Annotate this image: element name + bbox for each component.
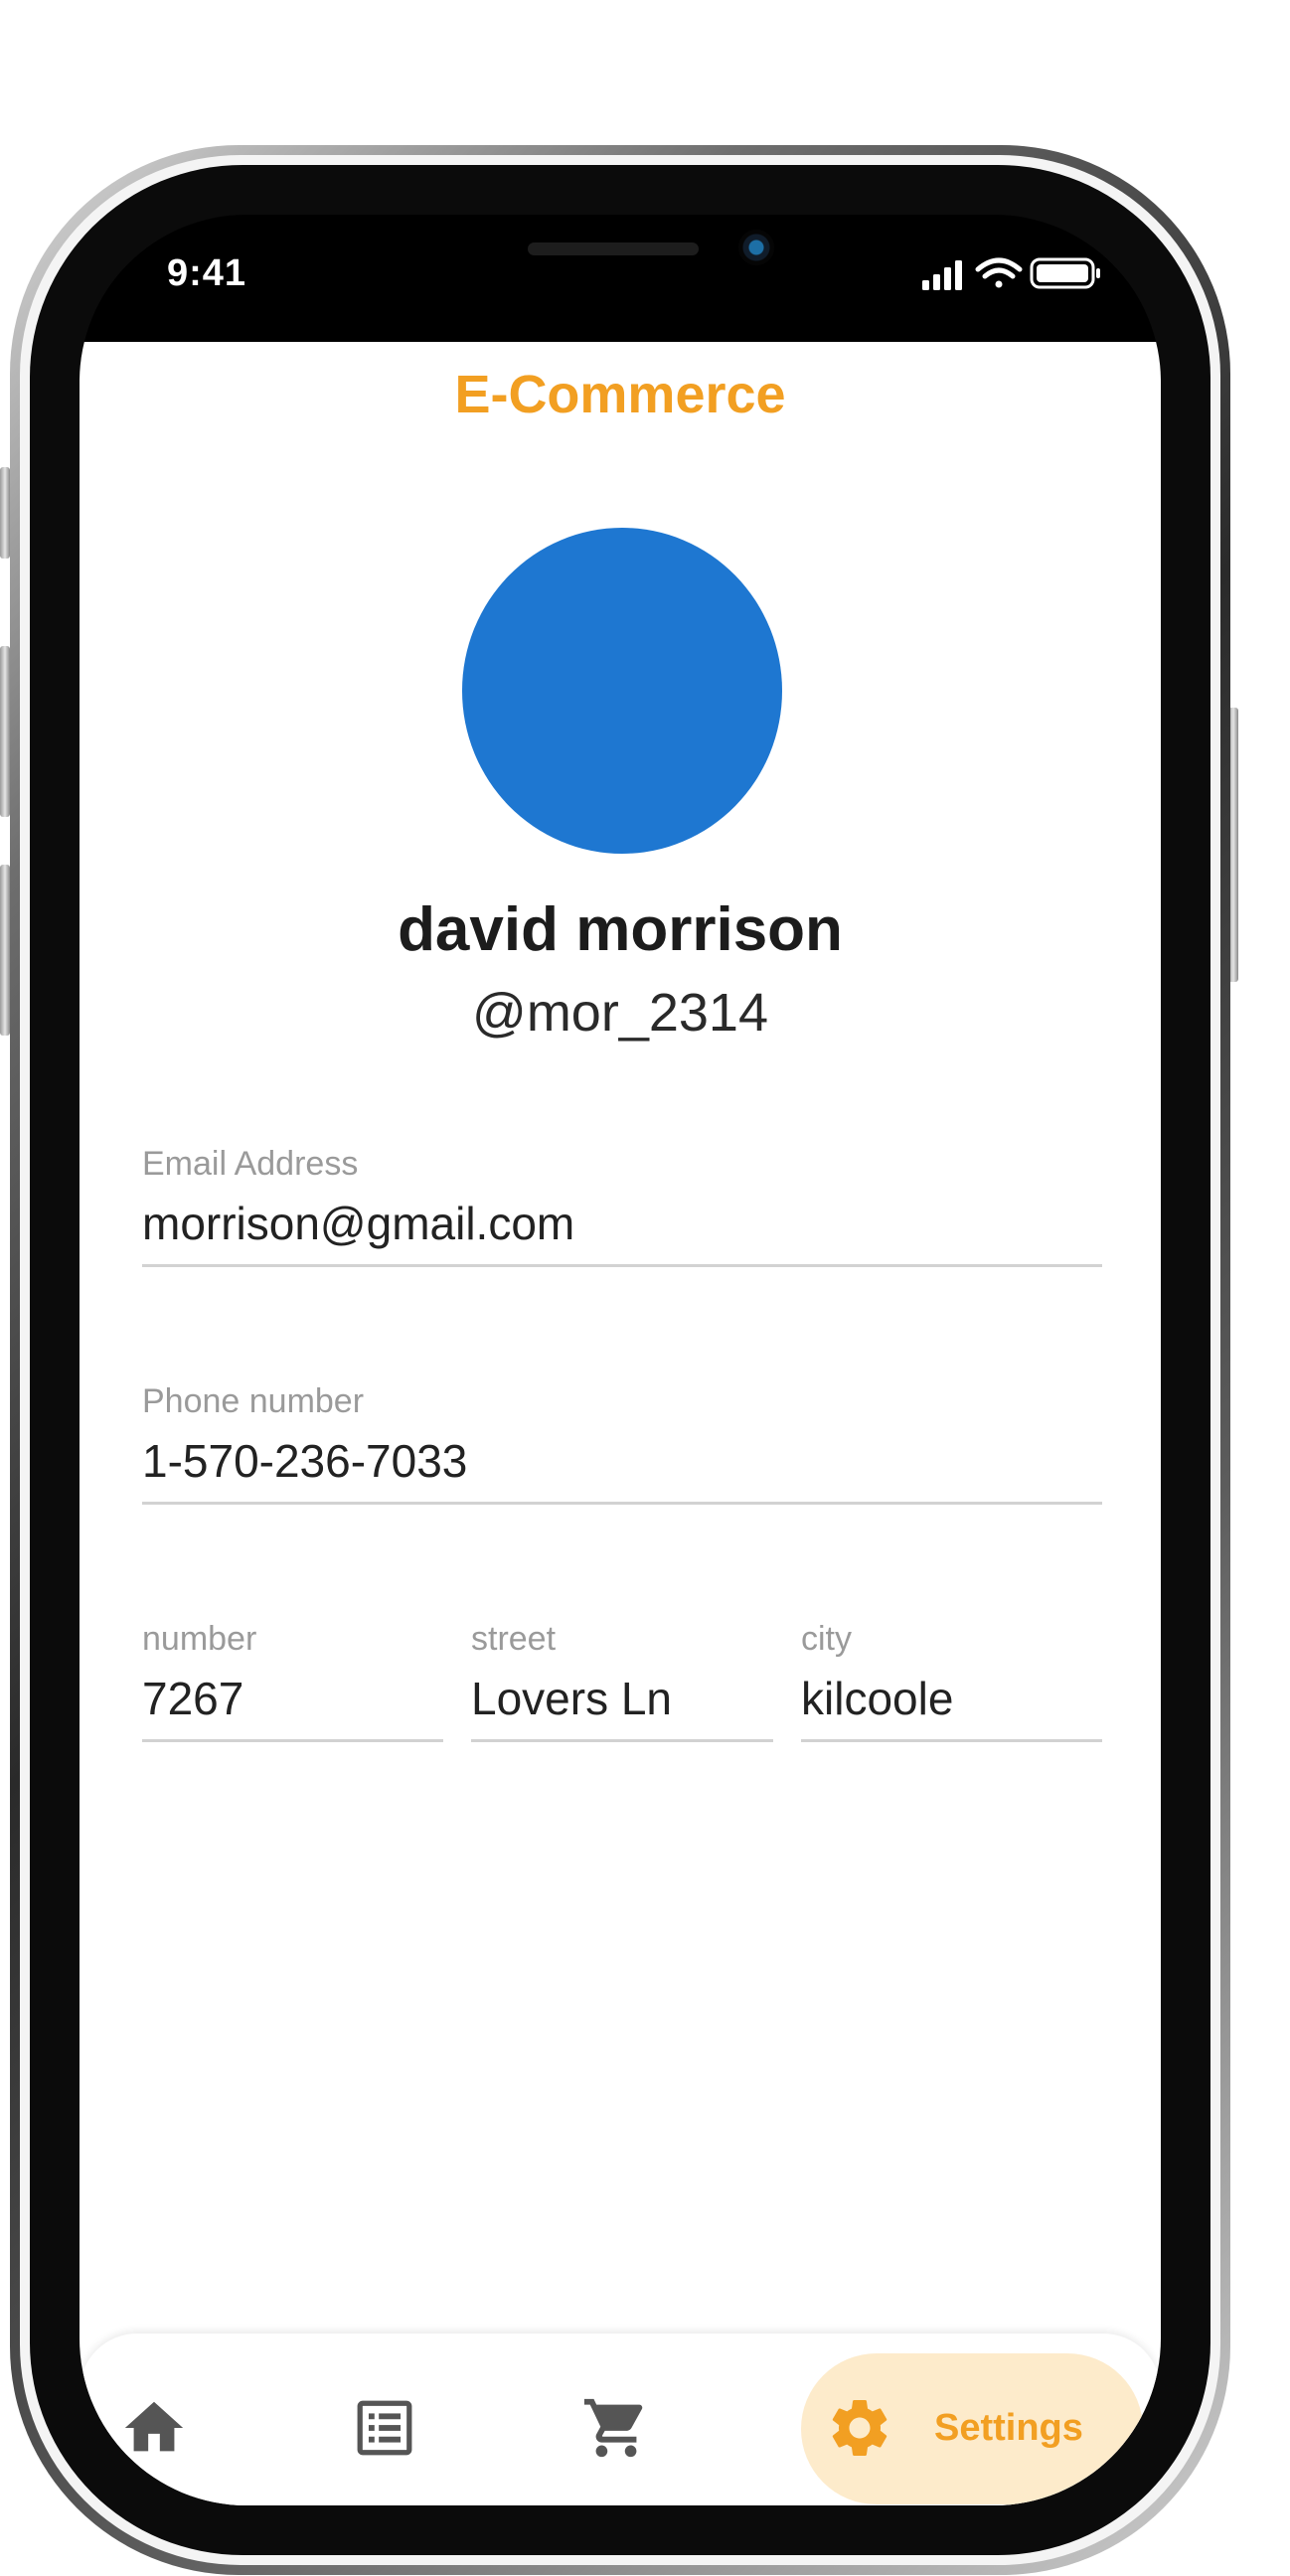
nav-settings-label: Settings [934, 2407, 1083, 2449]
status-icons [922, 257, 1100, 290]
house-number-value[interactable]: 7267 [142, 1672, 243, 1725]
user-handle: @mor_2314 [472, 983, 768, 1043]
city-label: city [801, 1620, 852, 1658]
email-value[interactable]: morrison@gmail.com [142, 1197, 574, 1250]
street-label: street [471, 1620, 557, 1658]
email-label: Email Address [142, 1145, 359, 1183]
nav-cart-button[interactable] [581, 2393, 651, 2463]
speaker-grille [528, 242, 699, 255]
bottom-nav: Settings [80, 2334, 1161, 2505]
nav-home-button[interactable] [119, 2393, 189, 2463]
home-icon [124, 2401, 184, 2452]
app-title: E-Commerce [454, 365, 786, 424]
avatar[interactable] [462, 528, 782, 854]
nav-settings-button[interactable]: Settings [801, 2353, 1143, 2504]
phone-label: Phone number [142, 1382, 365, 1420]
user-name: david morrison [398, 895, 843, 964]
volume-down-button [0, 865, 10, 1036]
cart-icon [583, 2398, 643, 2458]
battery-icon [1030, 257, 1100, 289]
phone-value[interactable]: 1-570-236-7033 [142, 1434, 467, 1488]
phone-field[interactable]: Phone number 1-570-236-7033 [142, 1382, 1102, 1505]
phone-mockup: 9:41 E-Commerce david morrison @mor_2314… [0, 0, 1290, 2576]
city-value[interactable]: kilcoole [801, 1672, 953, 1725]
front-camera [738, 230, 774, 265]
phone-screen: 9:41 E-Commerce david morrison @mor_2314… [80, 215, 1161, 2505]
gear-icon [832, 2400, 887, 2456]
status-time: 9:41 [167, 252, 247, 294]
city-field[interactable]: city kilcoole [801, 1620, 1102, 1742]
notch [316, 215, 924, 299]
nav-orders-button[interactable] [350, 2393, 419, 2463]
volume-up-button [0, 646, 10, 817]
street-value[interactable]: Lovers Ln [471, 1672, 672, 1725]
list-icon [357, 2400, 412, 2456]
street-field[interactable]: street Lovers Ln [471, 1620, 773, 1742]
signal-icon [922, 260, 962, 290]
email-field[interactable]: Email Address morrison@gmail.com [142, 1145, 1102, 1267]
house-number-label: number [142, 1620, 257, 1658]
mute-switch [0, 467, 10, 559]
house-number-field[interactable]: number 7267 [142, 1620, 443, 1742]
profile-screen: E-Commerce david morrison @mor_2314 Emai… [80, 342, 1161, 2505]
wifi-icon [975, 257, 1023, 288]
